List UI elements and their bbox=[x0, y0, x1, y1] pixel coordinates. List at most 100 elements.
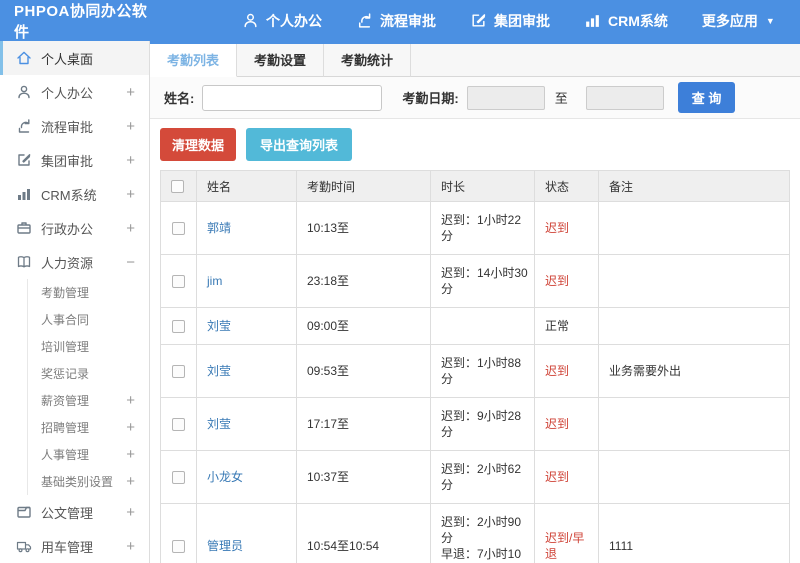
expand-icon[interactable]: + bbox=[126, 85, 135, 100]
sidebar-item-label: 行政办公 bbox=[41, 221, 94, 237]
table-actions: 清理数据 导出查询列表 bbox=[150, 119, 800, 170]
row-checkbox[interactable] bbox=[172, 471, 185, 485]
navbar-menu: 个人办公 流程审批 集团审批 CRM系统 更多应用 ▼ bbox=[242, 11, 800, 31]
select-all-checkbox[interactable] bbox=[171, 180, 184, 194]
duration-cell: 迟到：9小时28分 bbox=[430, 397, 535, 451]
employee-name-link[interactable]: jim bbox=[207, 274, 222, 288]
duration-line: 早退：7小时10分 bbox=[441, 547, 522, 561]
expand-icon[interactable]: + bbox=[126, 153, 135, 168]
name-cell: 郭靖 bbox=[196, 201, 297, 255]
user-icon bbox=[16, 84, 32, 100]
expand-icon[interactable]: + bbox=[126, 447, 135, 462]
sidebar-subitem-personnel-management[interactable]: 人事管理 + bbox=[28, 441, 149, 468]
sidebar-subitem-base-category-settings[interactable]: 基础类别设置 + bbox=[28, 468, 149, 495]
time-cell: 09:00至 bbox=[296, 307, 431, 345]
sidebar-subitem-label: 奖惩记录 bbox=[41, 367, 90, 381]
collapse-icon[interactable]: − bbox=[126, 255, 135, 270]
sidebar-item-label: 流程审批 bbox=[41, 119, 94, 135]
navbar-item-crm-system[interactable]: CRM系统 bbox=[584, 11, 668, 31]
user-icon bbox=[242, 12, 259, 29]
tab-attendance-stats[interactable]: 考勤统计 bbox=[324, 44, 412, 77]
employee-name-link[interactable]: 郭靖 bbox=[207, 221, 231, 235]
employee-name-link[interactable]: 小龙女 bbox=[207, 470, 243, 484]
sidebar-item-label: CRM系统 bbox=[41, 187, 97, 203]
sidebar-subitem-label: 基础类别设置 bbox=[41, 475, 114, 489]
duration-cell: 迟到：14小时30分 bbox=[430, 254, 535, 308]
note-cell bbox=[598, 397, 790, 451]
search-button[interactable]: 查 询 bbox=[677, 82, 736, 113]
row-checkbox[interactable] bbox=[172, 275, 185, 289]
status-cell: 迟到 bbox=[534, 344, 599, 398]
date-label: 考勤日期: bbox=[402, 91, 459, 106]
column-header: 姓名 bbox=[196, 170, 297, 202]
sidebar: 个人桌面 个人办公 + 流程审批 + 集团审批 + CRM系统 + 行政办公 + 人力资源 − 考勤管理人… bbox=[0, 41, 150, 563]
tab-attendance-list[interactable]: 考勤列表 bbox=[150, 44, 238, 77]
sidebar-item-document-management[interactable]: 公文管理 + bbox=[0, 495, 149, 529]
sidebar-item-vehicle-management[interactable]: 用车管理 + bbox=[0, 529, 149, 563]
row-checkbox[interactable] bbox=[172, 222, 185, 236]
column-header: 时长 bbox=[430, 170, 535, 202]
note-cell bbox=[598, 201, 790, 255]
duration-line: 迟到：9小时28分 bbox=[441, 409, 522, 439]
navbar-item-workflow-approval[interactable]: 流程审批 bbox=[356, 11, 436, 31]
export-list-button[interactable]: 导出查询列表 bbox=[246, 128, 353, 161]
sidebar-subitem-reward-punishment-records[interactable]: 奖惩记录 bbox=[28, 360, 149, 387]
employee-name-link[interactable]: 管理员 bbox=[207, 539, 243, 553]
checkbox-cell bbox=[160, 344, 197, 398]
edit-icon bbox=[16, 152, 32, 168]
sidebar-item-admin-office[interactable]: 行政办公 + bbox=[0, 211, 149, 245]
sidebar-item-human-resources[interactable]: 人力资源 − bbox=[0, 245, 149, 279]
column-header: 考勤时间 bbox=[296, 170, 431, 202]
employee-name-link[interactable]: 刘莹 bbox=[207, 364, 231, 378]
employee-name-link[interactable]: 刘莹 bbox=[207, 319, 231, 333]
duration-cell: 迟到：2小时90分早退：7小时10分 bbox=[430, 503, 535, 563]
column-header: 备注 bbox=[598, 170, 790, 202]
sidebar-subitem-hr-contract[interactable]: 人事合同 bbox=[28, 306, 149, 333]
expand-icon[interactable]: + bbox=[126, 187, 135, 202]
sidebar-subitem-salary-management[interactable]: 薪资管理 + bbox=[28, 387, 149, 414]
sidebar-subitem-label: 考勤管理 bbox=[41, 286, 90, 300]
table-row: 刘莹 09:00至 正常 bbox=[160, 307, 790, 345]
employee-name-link[interactable]: 刘莹 bbox=[207, 417, 231, 431]
clean-data-button[interactable]: 清理数据 bbox=[160, 128, 237, 161]
book-icon bbox=[16, 254, 32, 270]
sidebar-item-personal-office[interactable]: 个人办公 + bbox=[0, 75, 149, 109]
sidebar-item-label: 公文管理 bbox=[41, 505, 94, 521]
table-row: 刘莹 17:17至 迟到：9小时28分 迟到 bbox=[160, 397, 790, 451]
row-checkbox[interactable] bbox=[172, 418, 185, 432]
caret-down-icon: ▼ bbox=[765, 15, 775, 26]
row-checkbox[interactable] bbox=[172, 540, 185, 554]
main-content: 考勤列表 考勤设置 考勤统计 姓名: 考勤日期: 至 查 询 清理数据 导出查询列表… bbox=[150, 41, 800, 563]
filter-form: 姓名: 考勤日期: 至 查 询 bbox=[150, 77, 800, 119]
date-to-input[interactable] bbox=[585, 85, 664, 110]
date-from-input[interactable] bbox=[466, 85, 545, 110]
sidebar-subitem-label: 人事管理 bbox=[41, 448, 90, 462]
sidebar-subitem-recruitment-management[interactable]: 招聘管理 + bbox=[28, 414, 149, 441]
expand-icon[interactable]: + bbox=[126, 420, 135, 435]
duration-line: 迟到：14小时30分 bbox=[441, 266, 528, 296]
sidebar-item-workflow-approval[interactable]: 流程审批 + bbox=[0, 109, 149, 143]
navbar-item-group-approval[interactable]: 集团审批 bbox=[470, 11, 550, 31]
expand-icon[interactable]: + bbox=[126, 119, 135, 134]
row-checkbox[interactable] bbox=[172, 320, 185, 334]
time-cell: 17:17至 bbox=[296, 397, 431, 451]
row-checkbox[interactable] bbox=[172, 365, 185, 379]
expand-icon[interactable]: + bbox=[126, 221, 135, 236]
home-icon bbox=[16, 50, 32, 66]
navbar-item-personal-office[interactable]: 个人办公 bbox=[242, 11, 322, 31]
expand-icon[interactable]: + bbox=[126, 539, 135, 554]
sidebar-item-group-approval[interactable]: 集团审批 + bbox=[0, 143, 149, 177]
sidebar-item-personal-desktop[interactable]: 个人桌面 bbox=[0, 41, 149, 75]
note-cell bbox=[598, 307, 790, 345]
tab-attendance-settings[interactable]: 考勤设置 bbox=[237, 44, 325, 77]
table-body: 郭靖 10:13至 迟到：1小时22分 迟到 jim 23:18至 迟到：14小时30分 迟到… bbox=[160, 201, 790, 563]
sidebar-item-label: 集团审批 bbox=[41, 153, 94, 169]
sidebar-subitem-training-management[interactable]: 培训管理 bbox=[28, 333, 149, 360]
sidebar-item-crm-system[interactable]: CRM系统 + bbox=[0, 177, 149, 211]
navbar-item-more-apps[interactable]: 更多应用 ▼ bbox=[702, 11, 775, 31]
name-input[interactable] bbox=[202, 84, 383, 111]
sidebar-subitem-attendance-management[interactable]: 考勤管理 bbox=[28, 279, 149, 306]
expand-icon[interactable]: + bbox=[126, 474, 135, 489]
expand-icon[interactable]: + bbox=[126, 393, 135, 408]
expand-icon[interactable]: + bbox=[126, 505, 135, 520]
